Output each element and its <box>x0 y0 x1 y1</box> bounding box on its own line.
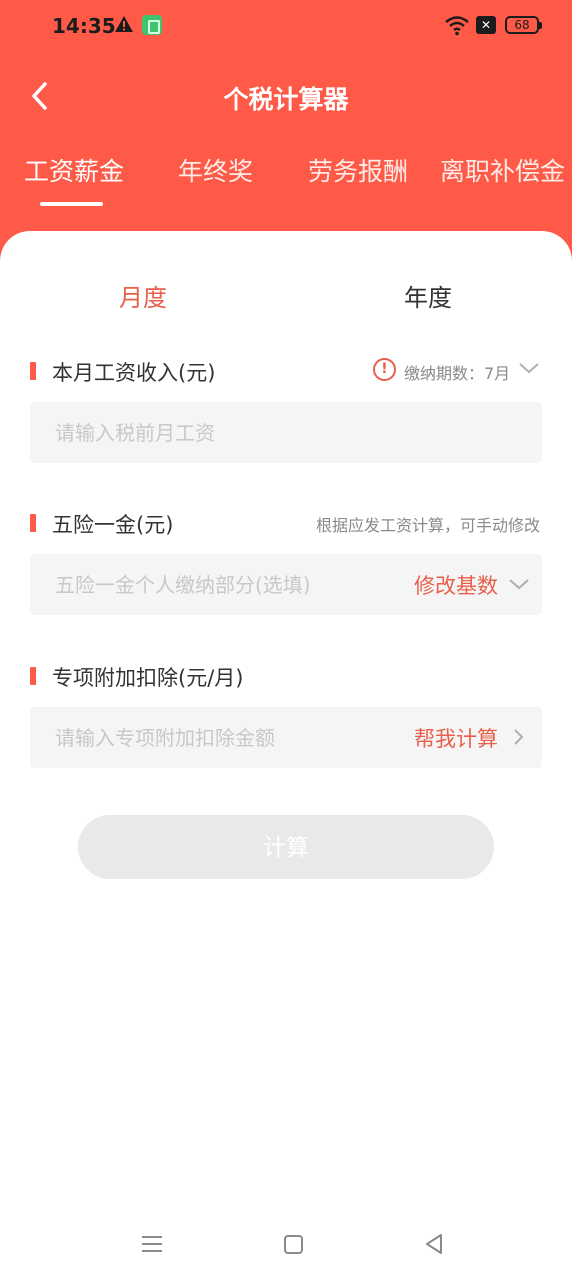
chevron-down-icon[interactable] <box>508 576 530 592</box>
section-marker <box>30 667 36 685</box>
monthly-salary-input[interactable] <box>55 402 525 463</box>
deduction-input[interactable] <box>55 707 395 768</box>
payment-period-picker[interactable]: ! 缴纳期数：7月 <box>373 358 543 384</box>
monthly-salary-field <box>30 402 542 463</box>
info-icon: ! <box>373 358 396 381</box>
battery-icon: 68 <box>505 16 542 34</box>
tab-annual-bonus[interactable]: 年终奖 <box>178 152 253 188</box>
wifi-icon <box>445 16 469 36</box>
page-title: 个税计算器 <box>223 85 349 114</box>
insurance-section-title: 五险一金(元) <box>52 513 174 537</box>
income-section-title: 本月工资收入(元) <box>52 361 216 385</box>
insurance-field: 修改基数 <box>30 554 542 615</box>
modify-base-button[interactable]: 修改基数 <box>414 570 498 600</box>
category-tabs: 工资薪金 年终奖 劳务报酬 离职补偿金 <box>0 152 572 212</box>
period-tab-yearly[interactable]: 年度 <box>404 278 452 313</box>
deduction-field: 帮我计算 <box>30 707 542 768</box>
deduction-section-title: 专项附加扣除(元/月) <box>52 666 244 690</box>
menu-icon[interactable] <box>141 1234 163 1254</box>
help-calculate-button[interactable]: 帮我计算 <box>414 723 498 753</box>
no-sim-icon: ✕ <box>476 16 496 34</box>
warning-icon <box>115 16 133 32</box>
app-notification-icon <box>142 15 162 35</box>
back-triangle-icon[interactable] <box>424 1233 444 1255</box>
tab-salary[interactable]: 工资薪金 <box>24 152 124 188</box>
payment-period-label: 缴纳期数：7月 <box>404 364 511 383</box>
insurance-input[interactable] <box>55 554 395 615</box>
period-tab-monthly[interactable]: 月度 <box>119 278 167 313</box>
tab-severance-pay[interactable]: 离职补偿金 <box>440 152 565 188</box>
status-bar: 14:35 ✕ 68 <box>0 0 572 52</box>
active-tab-indicator <box>40 202 103 206</box>
home-icon[interactable] <box>284 1235 303 1254</box>
tab-labor-remuneration[interactable]: 劳务报酬 <box>308 152 408 188</box>
insurance-hint: 根据应发工资计算，可手动修改 <box>315 516 540 535</box>
section-marker <box>30 514 36 532</box>
system-nav-bar <box>0 1216 572 1276</box>
section-marker <box>30 362 36 380</box>
status-time: 14:35 <box>52 14 116 38</box>
chevron-right-icon[interactable] <box>508 729 530 745</box>
calculate-button[interactable]: 计算 <box>78 815 494 879</box>
chevron-down-icon <box>519 363 539 374</box>
